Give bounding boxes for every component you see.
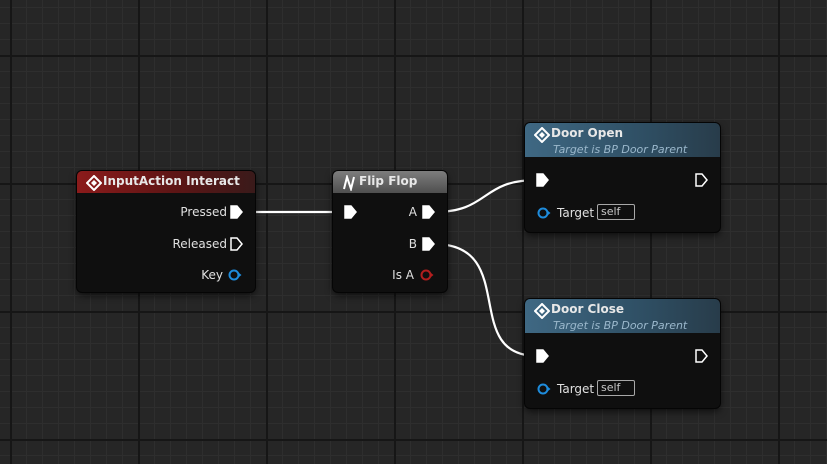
- function-f-icon: [534, 127, 550, 143]
- a-exec-pin-icon[interactable]: [422, 205, 435, 219]
- struct-pin-icon[interactable]: [228, 268, 242, 282]
- a-label: A: [408, 205, 417, 219]
- node-subtitle: Target is BP Door Parent: [553, 319, 688, 332]
- released-label: Released: [172, 237, 227, 251]
- door-open-exec-in-pin-icon[interactable]: [536, 173, 549, 187]
- key-pin-row: Key: [201, 267, 223, 283]
- b-pin-row: B: [409, 236, 417, 252]
- is-a-label: Is A: [392, 268, 414, 282]
- target-self-field[interactable]: self: [597, 204, 635, 220]
- door-close-node[interactable]: Door Close Target is BP Door Parent Targ…: [525, 299, 720, 408]
- exec-wire-a-to-door-open[interactable]: [433, 178, 538, 214]
- node-header[interactable]: Door Open Target is BP Door Parent: [525, 123, 720, 157]
- node-header[interactable]: Flip Flop: [333, 171, 447, 193]
- door-close-exec-in-pin-icon[interactable]: [536, 349, 549, 363]
- input-action-interact-node[interactable]: InputAction Interact Pressed Released Ke…: [77, 171, 255, 292]
- node-title: Flip Flop: [359, 174, 418, 188]
- bool-pin-icon[interactable]: [420, 268, 434, 282]
- flip-flop-node[interactable]: Flip Flop A B Is A: [333, 171, 447, 292]
- released-exec-pin-icon[interactable]: [230, 237, 243, 251]
- node-header[interactable]: InputAction Interact: [77, 171, 255, 193]
- released-pin-row: Released: [172, 236, 227, 252]
- node-subtitle: Target is BP Door Parent: [553, 143, 688, 156]
- exec-wire-b-to-door-close[interactable]: [433, 242, 538, 358]
- flip-flop-exec-in-pin-icon[interactable]: [344, 205, 357, 219]
- macro-n-icon: [343, 175, 355, 191]
- node-title: Door Close: [551, 302, 624, 316]
- door-open-exec-out-pin-icon[interactable]: [695, 173, 708, 187]
- b-exec-pin-icon[interactable]: [422, 237, 435, 251]
- a-pin-row: A: [409, 204, 417, 220]
- object-pin-icon[interactable]: [537, 382, 551, 396]
- target-label: Target: [557, 206, 595, 220]
- target-label: Target: [557, 382, 595, 396]
- target-self-field[interactable]: self: [597, 380, 635, 396]
- pressed-pin-row: Pressed: [180, 204, 227, 220]
- key-label: Key: [201, 268, 223, 282]
- node-header[interactable]: Door Close Target is BP Door Parent: [525, 299, 720, 333]
- event-diamond-icon: [86, 175, 102, 191]
- door-close-exec-out-pin-icon[interactable]: [695, 349, 708, 363]
- function-f-icon: [534, 303, 550, 319]
- target-pin-row: Target: [557, 381, 594, 397]
- is-a-pin-row: Is A: [392, 267, 414, 283]
- pressed-label: Pressed: [180, 205, 227, 219]
- door-open-node[interactable]: Door Open Target is BP Door Parent Targe…: [525, 123, 720, 232]
- pressed-exec-pin-icon[interactable]: [230, 205, 243, 219]
- object-pin-icon[interactable]: [537, 206, 551, 220]
- node-title: Door Open: [551, 126, 624, 140]
- b-label: B: [408, 237, 417, 251]
- node-title: InputAction Interact: [103, 174, 240, 188]
- target-pin-row: Target: [557, 205, 594, 221]
